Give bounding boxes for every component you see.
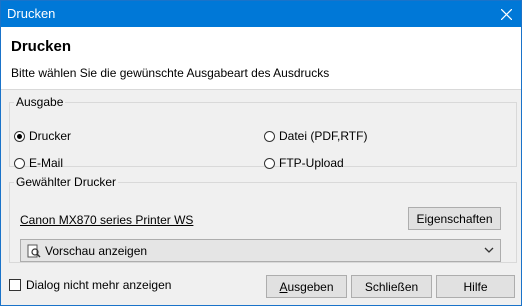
radio-indicator [14,130,25,142]
output-button-label: Ausgeben [279,280,333,294]
dont-show-again-label: Dialog nicht mehr anzeigen [26,278,172,292]
radio-indicator [14,157,25,169]
output-group: Ausgabe Drucker Datei (PDF,RTF) E-Mail F… [9,95,517,170]
properties-button[interactable]: Eigenschaften [408,207,501,230]
radio-file-label: Datei (PDF,RTF) [279,129,368,143]
close-dialog-button[interactable]: Schließen [351,275,432,298]
print-dialog: Drucken Drucken Bitte wählen Sie die gew… [0,0,522,306]
output-button-rest: usgeben [287,279,334,294]
close-button[interactable] [491,1,521,27]
radio-email-label: E-Mail [29,156,64,170]
title-bar: Drucken [1,1,521,27]
radio-email[interactable]: E-Mail [14,156,63,170]
help-button[interactable]: Hilfe [436,275,515,298]
radio-ftp[interactable]: FTP-Upload [264,156,344,170]
radio-ftp-label: FTP-Upload [279,156,344,170]
preview-select[interactable]: Vorschau anzeigen [20,239,501,262]
preview-select-value: Vorschau anzeigen [45,243,148,258]
radio-indicator [264,130,275,142]
dialog-heading: Drucken [11,38,72,55]
selected-printer-link[interactable]: Canon MX870 series Printer WS [20,213,193,227]
radio-printer[interactable]: Drucker [14,129,71,143]
window-title: Drucken [7,6,56,21]
chevron-down-icon [484,247,494,253]
preview-icon [27,244,41,257]
checkbox-box [9,279,21,291]
radio-indicator [264,157,275,169]
radio-file[interactable]: Datei (PDF,RTF) [264,129,367,143]
printer-legend: Gewählter Drucker [16,175,117,189]
radio-printer-label: Drucker [29,129,72,143]
output-legend: Ausgabe [16,95,64,109]
close-icon [500,8,512,20]
header-panel: Drucken Bitte wählen Sie die gewünschte … [1,27,521,90]
printer-group: Gewählter Drucker Canon MX870 series Pri… [9,175,517,263]
output-button[interactable]: Ausgeben [266,275,347,298]
dont-show-again-checkbox[interactable]: Dialog nicht mehr anzeigen [9,278,171,292]
dialog-subtitle: Bitte wählen Sie die gewünschte Ausgabea… [11,66,330,80]
